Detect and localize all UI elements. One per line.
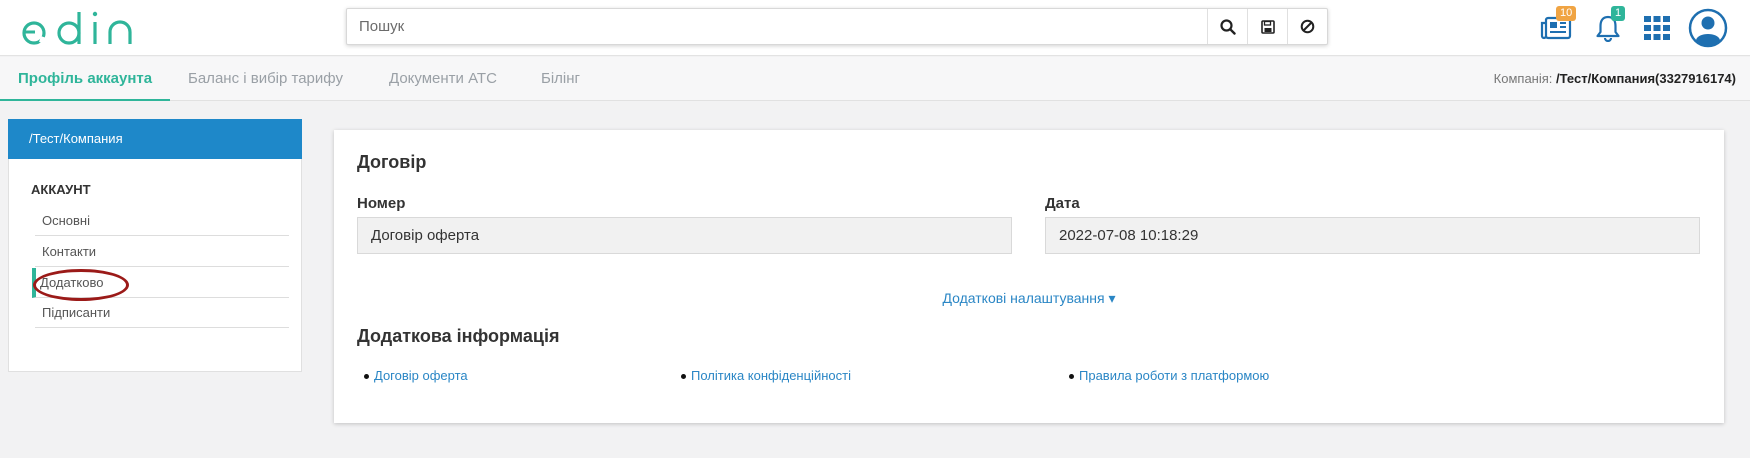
sidebar-section-title: АККАУНТ [31, 182, 91, 197]
number-label: Номер [357, 195, 406, 212]
save-icon [1260, 19, 1275, 34]
date-label: Дата [1045, 195, 1080, 212]
company-value: /Тест/Компания(3327916174) [1556, 71, 1736, 86]
tab-bar: Профіль аккаунта Баланс і вибір тарифу Д… [0, 57, 1750, 101]
number-field: Договір оферта [357, 217, 1012, 254]
link-offer-contract[interactable]: Договір оферта [364, 368, 468, 383]
company-info: Компанія: /Тест/Компания(3327916174) [1494, 57, 1736, 101]
search-button[interactable] [1207, 9, 1247, 44]
apps-grid-icon [1644, 16, 1670, 40]
news-button[interactable]: 10 [1538, 6, 1577, 48]
additional-info-title: Додаткова інформація [357, 326, 560, 346]
save-search-button[interactable] [1247, 9, 1287, 44]
tab-account-profile[interactable]: Профіль аккаунта [0, 57, 171, 101]
search-icon [1219, 18, 1236, 35]
search-input[interactable] [347, 9, 1207, 44]
search-bar [346, 8, 1328, 45]
tab-billing[interactable]: Білінг [541, 57, 580, 101]
user-menu-button[interactable] [1688, 8, 1728, 48]
sidebar-company-header[interactable]: /Тест/Компания [8, 119, 302, 159]
more-settings-toggle[interactable]: Додаткові налаштування ▾ [334, 290, 1724, 307]
bullet-dot [364, 374, 369, 380]
user-avatar-icon [1688, 8, 1728, 48]
clear-search-button[interactable] [1287, 9, 1327, 44]
apps-button[interactable] [1643, 8, 1671, 48]
link-offer-contract-text[interactable]: Договір оферта [374, 368, 468, 383]
bullet-dot [681, 374, 686, 380]
company-label: Компанія: [1493, 71, 1553, 86]
link-platform-rules-text[interactable]: Правила роботи з платформою [1079, 368, 1269, 383]
bullet-dot [1069, 374, 1074, 380]
account-sidebar: /Тест/Компания АККАУНТ Основні Контакти … [8, 119, 302, 372]
tab-ats-documents[interactable]: Документи АТС [389, 57, 497, 101]
link-platform-rules[interactable]: Правила роботи з платформою [1069, 368, 1269, 383]
contract-title: Договір [357, 152, 427, 172]
top-header: 10 1 [0, 0, 1750, 56]
cancel-icon [1300, 19, 1315, 34]
news-badge: 10 [1556, 6, 1577, 21]
sidebar-item-additional[interactable]: Додатково [32, 268, 289, 298]
edin-logo[interactable] [18, 8, 148, 48]
link-privacy-policy-text[interactable]: Політика конфіденційності [691, 368, 851, 383]
sidebar-item-signers[interactable]: Підписанти [35, 298, 289, 328]
date-field: 2022-07-08 10:18:29 [1045, 217, 1700, 254]
notifications-badge: 1 [1611, 6, 1626, 21]
tab-balance-tariff[interactable]: Баланс і вибір тарифу [188, 57, 343, 101]
sidebar-item-contacts[interactable]: Контакти [35, 237, 289, 267]
contract-card: Договір Номер Договір оферта Дата 2022-0… [334, 130, 1724, 423]
notifications-button[interactable]: 1 [1591, 6, 1626, 48]
sidebar-item-basic[interactable]: Основні [35, 206, 289, 236]
link-privacy-policy[interactable]: Політика конфіденційності [681, 368, 851, 383]
